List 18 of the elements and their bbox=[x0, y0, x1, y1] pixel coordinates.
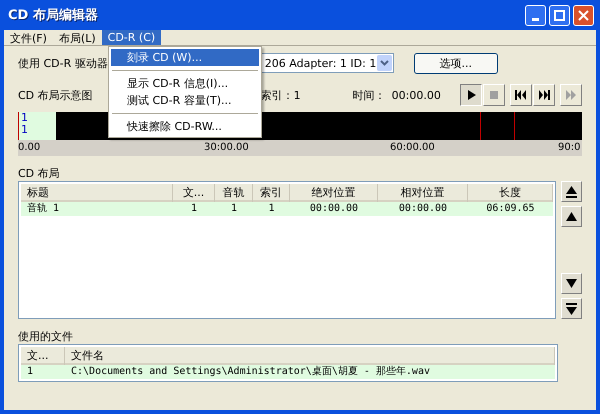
track-marker: 1 1 bbox=[18, 112, 56, 140]
table-cell-text: 1 bbox=[26, 365, 34, 379]
section-label: CD 布局 bbox=[18, 166, 61, 181]
time-label: 时间： bbox=[352, 88, 386, 102]
table-cell-text: 音轨 1 bbox=[26, 202, 60, 216]
table-cell-text: C:\Documents and Settings\Administrator\桌面\胡夏 - 那些年.wav bbox=[70, 365, 431, 379]
table-cell-text: 06:09.65 bbox=[485, 202, 536, 216]
layout-view-label: CD 布局示意图 bbox=[18, 88, 93, 102]
table-cell-text: 00:00.00 bbox=[398, 202, 448, 216]
time-value: 00:00.00 bbox=[392, 88, 441, 102]
window-title: CD 布局编辑器 bbox=[8, 6, 98, 24]
drive-label: 使用 CD-R 驱动器 bbox=[18, 56, 108, 70]
table-cell-text: 1 bbox=[190, 202, 198, 216]
section-label: 使用的文件 bbox=[18, 329, 74, 344]
time-ruler: 0.00 30:00.00 60:00.00 90:0 bbox=[18, 140, 582, 156]
table-cell-text: 00:00.00 bbox=[308, 202, 360, 216]
table-cell-text: 1 bbox=[267, 202, 276, 216]
table-cell-text: 1 bbox=[230, 202, 238, 216]
